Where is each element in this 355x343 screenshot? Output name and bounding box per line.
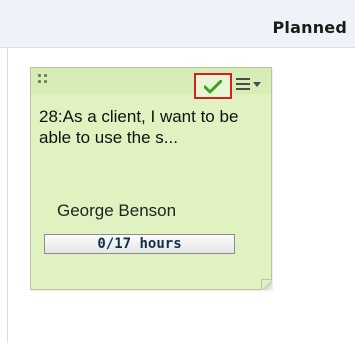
column-divider [7, 48, 8, 343]
chevron-down-icon [253, 82, 261, 87]
card-title[interactable]: 28:As a client, I want to be able to use… [39, 106, 263, 148]
card-owner: George Benson [57, 201, 177, 220]
checkmark-icon [204, 80, 222, 94]
hours-label: 0/17 hours [97, 236, 182, 252]
hours-progress-button[interactable]: 0/17 hours [44, 234, 235, 254]
drag-handle-icon[interactable] [38, 74, 52, 86]
card-corner-fold [261, 279, 272, 290]
card-toolbar [31, 68, 271, 99]
mark-done-button[interactable] [194, 73, 232, 99]
board-column-header-bar: Planned [0, 0, 355, 48]
menu-icon [236, 78, 250, 80]
story-card[interactable]: 28:As a client, I want to be able to use… [30, 67, 272, 290]
column-title: Planned [272, 18, 347, 37]
card-menu-button[interactable] [236, 78, 264, 94]
